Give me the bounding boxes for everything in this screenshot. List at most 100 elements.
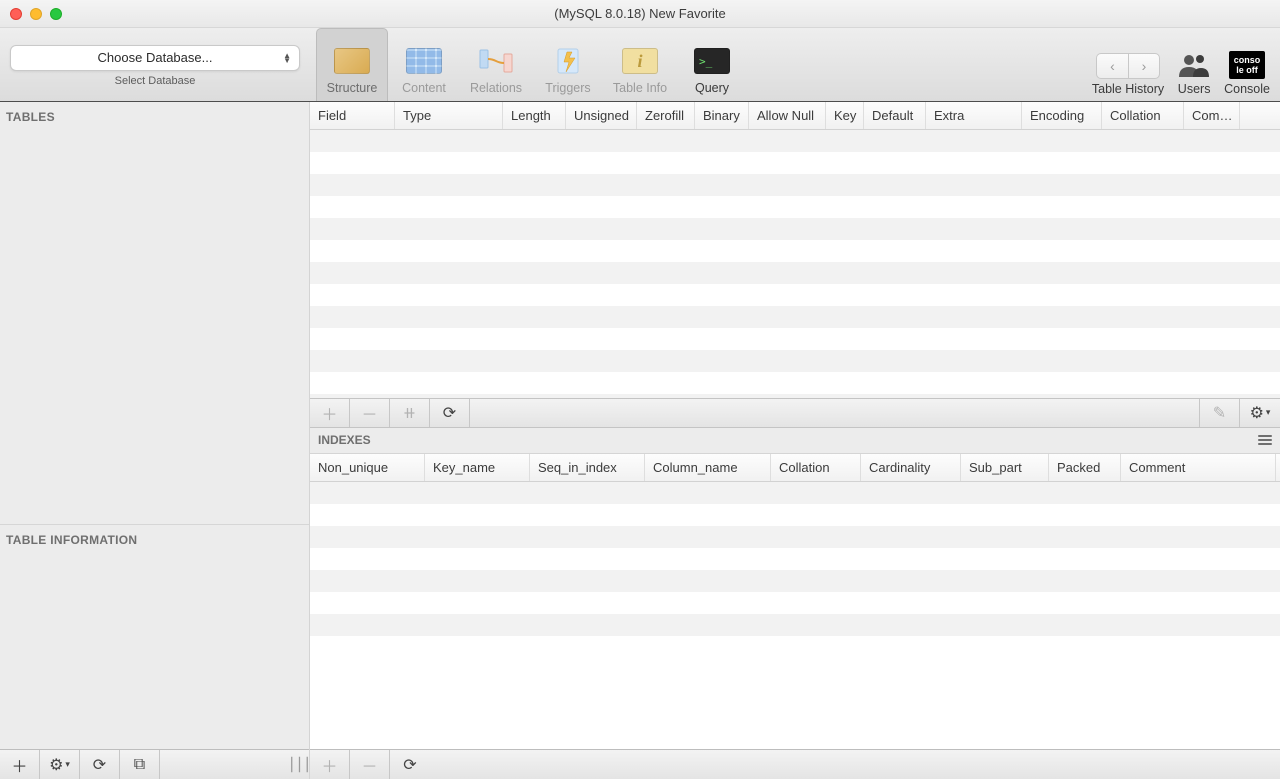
caret-down-icon: ▾	[1266, 407, 1271, 418]
fields-col-extra[interactable]: Extra	[926, 102, 1022, 129]
indexes-col-collation[interactable]: Collation	[771, 454, 861, 481]
remove-field-button[interactable]: －	[350, 399, 390, 427]
fields-col-allownull[interactable]: Allow Null	[749, 102, 826, 129]
fields-col-binary[interactable]: Binary	[695, 102, 749, 129]
sidebar-gear-menu[interactable]: ⚙▾	[40, 750, 80, 779]
database-select-placeholder: Choose Database...	[98, 50, 213, 65]
table-row[interactable]	[310, 636, 1280, 658]
table-row[interactable]	[310, 240, 1280, 262]
table-history-tool: ‹ › Table History	[1092, 53, 1164, 96]
indexes-col-nonunique[interactable]: Non_unique	[310, 454, 425, 481]
title-bar: (MySQL 8.0.18) New Favorite	[0, 0, 1280, 28]
table-row[interactable]	[310, 328, 1280, 350]
indexes-col-cardinality[interactable]: Cardinality	[861, 454, 961, 481]
fields-col-length[interactable]: Length	[503, 102, 566, 129]
tab-structure[interactable]: Structure	[316, 28, 388, 101]
table-row[interactable]	[310, 372, 1280, 394]
gear-icon: ⚙	[1250, 403, 1264, 423]
view-tabs: Structure Content Relations Triggers i T…	[310, 28, 748, 101]
sidebar-tables-header: TABLES	[0, 102, 309, 130]
users-tool[interactable]: Users	[1176, 51, 1212, 96]
fields-col-unsigned[interactable]: Unsigned	[566, 102, 637, 129]
table-row[interactable]	[310, 482, 1280, 504]
table-row[interactable]	[310, 614, 1280, 636]
indexes-table-header: Non_uniqueKey_nameSeq_in_indexColumn_nam…	[310, 454, 1280, 482]
table-row[interactable]	[310, 284, 1280, 306]
fields-col-type[interactable]: Type	[395, 102, 503, 129]
duplicate-field-button[interactable]: ⧺	[390, 399, 430, 427]
right-tools: ‹ › Table History Users conso le off Con…	[1092, 28, 1280, 101]
indexes-col-colname[interactable]: Column_name	[645, 454, 771, 481]
refresh-indexes-button[interactable]: ⟳	[390, 750, 430, 779]
edit-field-button[interactable]: ✎	[1200, 399, 1240, 427]
toggle-tableinfo-button[interactable]: ⧉	[120, 750, 160, 779]
fields-col-collation[interactable]: Collation	[1102, 102, 1184, 129]
indexes-col-comment[interactable]: Comment	[1121, 454, 1276, 481]
indexes-section-header: INDEXES	[310, 428, 1280, 454]
fields-col-key[interactable]: Key	[826, 102, 864, 129]
table-row[interactable]	[310, 570, 1280, 592]
database-select-sublabel: Select Database	[115, 75, 196, 87]
gear-icon: ⚙	[49, 755, 63, 775]
indexes-col-keyname[interactable]: Key_name	[425, 454, 530, 481]
indexes-toolbar: ＋ － ⟳	[310, 749, 1280, 779]
history-back-button[interactable]: ‹	[1096, 53, 1128, 79]
table-row[interactable]	[310, 350, 1280, 372]
table-row[interactable]	[310, 262, 1280, 284]
fields-col-comment[interactable]: Com…	[1184, 102, 1240, 129]
refresh-fields-button[interactable]: ⟳	[430, 399, 470, 427]
sidebar-resize-handle[interactable]: ⎮⎮⎮	[291, 750, 309, 779]
tab-query-label: Query	[695, 81, 729, 95]
fields-table-header: FieldTypeLengthUnsignedZerofillBinaryAll…	[310, 102, 1280, 130]
tableinfo-icon: i	[620, 45, 660, 77]
sidebar-tableinfo-header: TABLE INFORMATION	[0, 525, 309, 553]
content-icon	[404, 45, 444, 77]
fields-gear-menu[interactable]: ⚙▾	[1240, 399, 1280, 427]
tab-content[interactable]: Content	[388, 28, 460, 101]
indexes-table-body[interactable]	[310, 482, 1280, 750]
add-index-button[interactable]: ＋	[310, 750, 350, 779]
indexes-header-label: INDEXES	[318, 433, 371, 447]
tab-relations[interactable]: Relations	[460, 28, 532, 101]
table-row[interactable]	[310, 218, 1280, 240]
table-row[interactable]	[310, 152, 1280, 174]
add-field-button[interactable]: ＋	[310, 399, 350, 427]
fields-col-field[interactable]: Field	[310, 102, 395, 129]
tab-structure-label: Structure	[327, 81, 378, 95]
fields-col-default[interactable]: Default	[864, 102, 926, 129]
indexes-col-packed[interactable]: Packed	[1049, 454, 1121, 481]
fields-toolbar: ＋ － ⧺ ⟳ ✎ ⚙▾	[310, 398, 1280, 428]
users-icon	[1176, 51, 1212, 79]
tab-tableinfo[interactable]: i Table Info	[604, 28, 676, 101]
table-row[interactable]	[310, 196, 1280, 218]
table-row[interactable]	[310, 174, 1280, 196]
fields-table-body[interactable]	[310, 130, 1280, 398]
table-row[interactable]	[310, 306, 1280, 328]
indexes-col-seq[interactable]: Seq_in_index	[530, 454, 645, 481]
table-row[interactable]	[310, 504, 1280, 526]
history-forward-button[interactable]: ›	[1128, 53, 1160, 79]
indexes-menu-icon[interactable]	[1258, 435, 1272, 445]
structure-icon	[332, 45, 372, 77]
tab-triggers[interactable]: Triggers	[532, 28, 604, 101]
main-area: TABLES TABLE INFORMATION ＋ ⚙▾ ⟳ ⧉ ⎮⎮⎮ Fi…	[0, 102, 1280, 779]
console-label: Console	[1224, 82, 1270, 96]
console-tool[interactable]: conso le off Console	[1224, 51, 1270, 96]
tab-triggers-label: Triggers	[545, 81, 590, 95]
indexes-col-subpart[interactable]: Sub_part	[961, 454, 1049, 481]
add-table-button[interactable]: ＋	[0, 750, 40, 779]
users-label: Users	[1178, 82, 1211, 96]
fields-col-encoding[interactable]: Encoding	[1022, 102, 1102, 129]
sidebar: TABLES TABLE INFORMATION ＋ ⚙▾ ⟳ ⧉ ⎮⎮⎮	[0, 102, 310, 779]
tab-query[interactable]: >_ Query	[676, 28, 748, 101]
database-select[interactable]: Choose Database... ▲▼	[10, 45, 300, 71]
table-row[interactable]	[310, 592, 1280, 614]
table-row[interactable]	[310, 526, 1280, 548]
database-chooser-area: Choose Database... ▲▼ Select Database	[0, 28, 310, 101]
remove-index-button[interactable]: －	[350, 750, 390, 779]
refresh-tables-button[interactable]: ⟳	[80, 750, 120, 779]
table-row[interactable]	[310, 548, 1280, 570]
tables-list[interactable]	[0, 130, 309, 524]
table-row[interactable]	[310, 130, 1280, 152]
fields-col-zerofill[interactable]: Zerofill	[637, 102, 695, 129]
